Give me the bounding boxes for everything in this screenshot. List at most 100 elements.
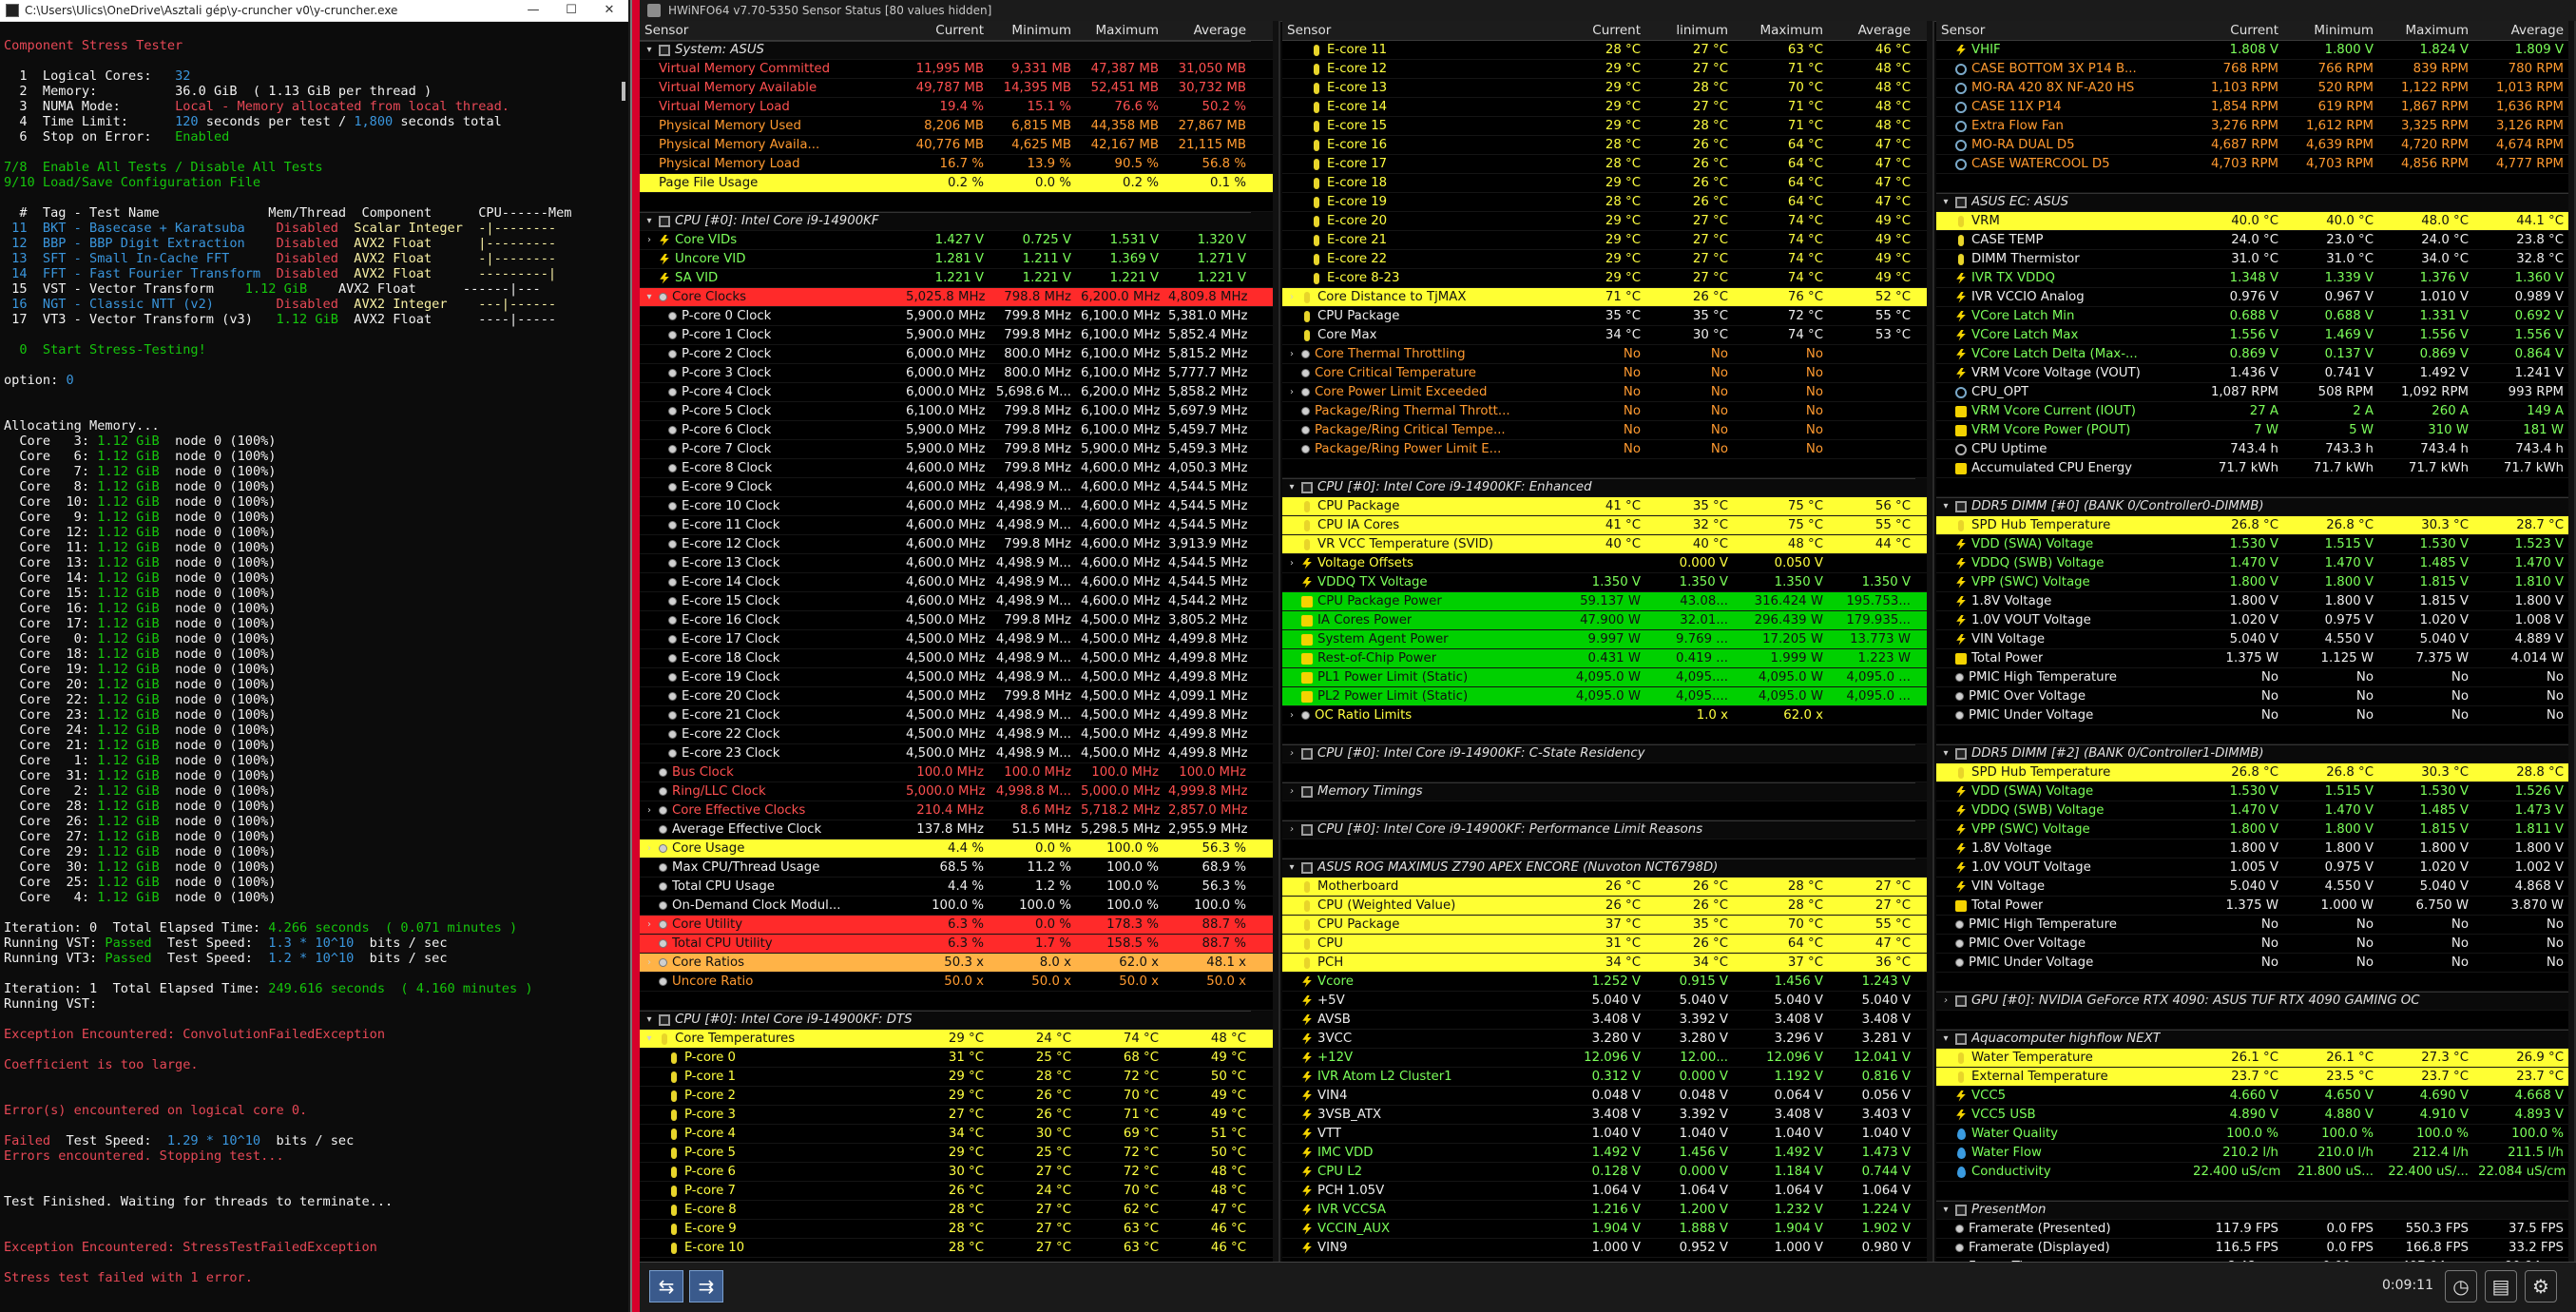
sensor-row[interactable]: › Core Ratios 50.3 x 8.0 x 62.0 x 48.1 x [640, 954, 1278, 973]
sensor-row[interactable]: Package/Ring Thermal Thrott... No No No [1282, 402, 1932, 421]
sensor-row[interactable]: E-core 23 Clock 4,500.0 MHz 4,498.9 M... 4,… [640, 744, 1278, 763]
sensor-row[interactable]: PMIC Under Voltage No No No No [1936, 954, 2574, 973]
column-header-max[interactable]: Maximum [1076, 21, 1163, 40]
sensor-row[interactable]: Motherboard 26 °C 26 °C 28 °C 27 °C [1282, 878, 1932, 897]
column-header-current[interactable]: Current [2188, 21, 2283, 40]
console-scrollbar[interactable] [622, 82, 625, 101]
expand-toggle-icon[interactable]: ▾ [1286, 479, 1298, 496]
expand-toggle-icon[interactable]: ▾ [644, 213, 655, 230]
expand-toggle-icon[interactable]: › [1286, 706, 1298, 724]
sensor-row[interactable]: CASE TEMP 24.0 °C 23.0 °C 24.0 °C 23.8 °C [1936, 231, 2574, 250]
sensor-row[interactable]: VDD (SWA) Voltage 1.530 V 1.515 V 1.530 V 1.… [1936, 782, 2574, 801]
sensor-group-row[interactable]: ▾ Aquacomputer highflow NEXT [1936, 1030, 2574, 1049]
expand-toggle-icon[interactable]: › [1286, 554, 1298, 572]
sensor-row[interactable]: PMIC Over Voltage No No No No [1936, 687, 2574, 706]
sensor-row[interactable]: CPU IA Cores 41 °C 32 °C 75 °C 55 °C [1282, 516, 1932, 535]
sensor-row[interactable]: MO-RA 420 8X NF-A20 HS 1,103 RPM 520 RPM 1,… [1936, 79, 2574, 98]
sensor-row[interactable]: P-core 7 Clock 5,900.0 MHz 799.8 MHz 5,900.… [640, 440, 1278, 459]
sensor-row[interactable]: PMIC Over Voltage No No No No [1936, 935, 2574, 954]
settings-gear-icon[interactable]: ⚙ [2525, 1270, 2557, 1302]
expand-toggle-icon[interactable]: ▾ [1940, 498, 1951, 515]
sensor-row[interactable]: Max CPU/Thread Usage 68.5 % 11.2 % 100.0 % 6… [640, 859, 1278, 878]
sensor-row[interactable]: VCC5 4.660 V 4.650 V 4.690 V 4.668 V [1936, 1087, 2574, 1106]
sensor-row[interactable]: PCH 1.05V 1.064 V 1.064 V 1.064 V 1.064 V [1282, 1182, 1932, 1201]
sensor-row[interactable]: VTT 1.040 V 1.040 V 1.040 V 1.040 V [1282, 1125, 1932, 1144]
column-header-avg[interactable]: Average [1163, 21, 1251, 40]
sensor-row[interactable]: PCH 34 °C 34 °C 37 °C 36 °C [1282, 954, 1932, 973]
sensor-row[interactable]: E-core 11 28 °C 27 °C 63 °C 46 °C [1282, 41, 1932, 60]
sensor-group-row[interactable]: ▾ CPU [#0]: Intel Core i9-14900KF [640, 212, 1278, 231]
sensor-row[interactable]: VRM Vcore Voltage (VOUT) 1.436 V 0.741 V 1.… [1936, 364, 2574, 383]
sensor-row[interactable]: PL1 Power Limit (Static) 4,095.0 W 4,095..… [1282, 668, 1932, 687]
panel-scrollbar[interactable] [2568, 21, 2574, 1263]
sensor-row[interactable]: VDDQ (SWB) Voltage 1.470 V 1.470 V 1.485 V1… [1936, 554, 2574, 573]
hwinfo-title-bar[interactable]: HWiNFO64 v7.70-5350 Sensor Status [80 va… [640, 0, 2576, 22]
sensor-row[interactable]: VRM 40.0 °C 40.0 °C 48.0 °C 44.1 °C [1936, 212, 2574, 231]
sensor-row[interactable]: VRM Vcore Current (IOUT) 27 A2 A 260 A 149 … [1936, 402, 2574, 421]
report-icon[interactable]: ▤ [2485, 1270, 2517, 1302]
sensor-row[interactable]: System Agent Power 9.997 W 9.769 ... 17.205… [1282, 630, 1932, 649]
sensor-row[interactable]: CASE BOTTOM 3X P14 B... 768 RPM 766 RPM 839… [1936, 60, 2574, 79]
sensor-row[interactable]: VIN9 1.000 V 0.952 V 1.000 V 0.980 V [1282, 1239, 1932, 1258]
sensor-row[interactable]: Virtual Memory Available 49,787 MB 14,395 … [640, 79, 1278, 98]
sensor-row[interactable]: External Temperature 23.7 °C 23.5 °C 23.7 °… [1936, 1068, 2574, 1087]
sensor-row[interactable]: E-core 12 29 °C 27 °C 71 °C 48 °C [1282, 60, 1932, 79]
sensor-group-row[interactable]: ▾ DDR5 DIMM [#0] (BANK 0/Controller0-DIMM… [1936, 497, 2574, 516]
sensor-row[interactable]: VIN4 0.048 V 0.048 V 0.064 V 0.056 V [1282, 1087, 1932, 1106]
sensor-row[interactable]: Water Temperature 26.1 °C 26.1 °C 27.3 °C 26… [1936, 1049, 2574, 1068]
sensor-row[interactable]: VIN Voltage 5.040 V 4.550 V 5.040 V 4.889 V [1936, 630, 2574, 649]
expand-toggle-icon[interactable]: ▾ [644, 288, 655, 306]
sensor-row[interactable]: E-core 8-23 29 °C 27 °C 74 °C 49 °C [1282, 269, 1932, 288]
expand-toggle-icon[interactable]: › [1286, 821, 1298, 839]
sensor-row[interactable]: CPU Package 37 °C 35 °C 70 °C 55 °C [1282, 916, 1932, 935]
sensor-row[interactable]: E-core 8 28 °C 27 °C 62 °C 47 °C [640, 1201, 1278, 1220]
nav-back-button[interactable]: ⇆ [649, 1270, 683, 1302]
sensor-row[interactable]: P-core 3 Clock 6,000.0 MHz 800.0 MHz 6,100.… [640, 364, 1278, 383]
sensor-row[interactable]: CPU Package 35 °C 35 °C 72 °C 55 °C [1282, 307, 1932, 326]
sensor-row[interactable]: › Core Effective Clocks 210.4 MHz 8.6 MHz 5,… [640, 801, 1278, 820]
sensor-row[interactable]: Physical Memory Used 8,206 MB 6,815 MB 44,3… [640, 117, 1278, 136]
sensor-row[interactable]: Vcore 1.252 V 0.915 V 1.456 V 1.243 V [1282, 973, 1932, 992]
sensor-group-row[interactable]: ▾ PresentMon [1936, 1201, 2574, 1220]
nav-forward-button[interactable]: ⇉ [689, 1270, 723, 1302]
sensor-group-row[interactable]: › GPU [#0]: NVIDIA GeForce RTX 4090: ASUS… [1936, 992, 2574, 1011]
sensor-row[interactable]: CPU_OPT 1,087 RPM 508 RPM 1,092 RPM 993 RPM [1936, 383, 2574, 402]
sensor-row[interactable]: Extra Flow Fan 3,276 RPM 1,612 RPM 3,325 RP… [1936, 117, 2574, 136]
sensor-group-row[interactable]: › CPU [#0]: Intel Core i9-14900KF: C-Stat… [1282, 744, 1932, 763]
sensor-row[interactable]: › Core Thermal Throttling No No No [1282, 345, 1932, 364]
sensor-row[interactable]: E-core 18 Clock 4,500.0 MHz 4,498.9 M... 4,… [640, 649, 1278, 668]
expand-toggle-icon[interactable]: › [1286, 288, 1298, 306]
sensor-row[interactable]: VIN Voltage 5.040 V 4.550 V 5.040 V 4.868 V [1936, 878, 2574, 897]
column-header-min1[interactable]: Minimum [2283, 21, 2378, 40]
expand-toggle-icon[interactable]: ▾ [644, 1030, 655, 1048]
sensor-row[interactable]: E-core 10 28 °C 27 °C 63 °C 46 °C [640, 1239, 1278, 1258]
column-header-sensor[interactable]: Sensor [1936, 21, 2188, 40]
sensor-row[interactable]: P-core 1 29 °C 28 °C 72 °C 50 °C [640, 1068, 1278, 1087]
sensor-group-row[interactable]: ▾ CPU [#0]: Intel Core i9-14900KF: Enhanc… [1282, 478, 1932, 497]
sensor-row[interactable]: › Core VIDs 1.427 V 0.725 V 1.531 V 1.320 V [640, 231, 1278, 250]
sensor-row[interactable]: 1.0V VOUT Voltage 1.020 V 0.975 V 1.020 V 1.… [1936, 611, 2574, 630]
sensor-row[interactable]: IMC VDD 1.492 V 1.456 V 1.492 V 1.473 V [1282, 1144, 1932, 1163]
sensor-row[interactable]: VCore Latch Max 1.556 V 1.469 V 1.556 V 1.55… [1936, 326, 2574, 345]
sensor-row[interactable]: 1.0V VOUT Voltage 1.005 V 0.975 V 1.020 V 1.… [1936, 859, 2574, 878]
sensor-group-row[interactable]: ▾ DDR5 DIMM [#2] (BANK 0/Controller1-DIMM… [1936, 744, 2574, 763]
column-header-current[interactable]: Current [901, 21, 989, 40]
sensor-row[interactable]: CPU Uptime 743.4 h 743.3 h 743.4 h 743.4 h [1936, 440, 2574, 459]
sensor-row[interactable]: E-core 22 29 °C 27 °C 74 °C 49 °C [1282, 250, 1932, 269]
sensor-row[interactable]: E-core 18 29 °C 26 °C 64 °C 47 °C [1282, 174, 1932, 193]
maximize-button[interactable]: ☐ [552, 0, 590, 21]
sensor-group-row[interactable]: ▾ ASUS EC: ASUS [1936, 193, 2574, 212]
expand-toggle-icon[interactable]: › [1940, 993, 1951, 1010]
sensor-row[interactable]: SPD Hub Temperature 26.8 °C 26.8 °C 30.3 °C… [1936, 516, 2574, 535]
sensor-row[interactable]: E-core 14 Clock 4,600.0 MHz 4,498.9 M... 4,… [640, 573, 1278, 592]
expand-toggle-icon[interactable]: › [1286, 345, 1298, 363]
sensor-row[interactable]: E-core 13 29 °C 28 °C 70 °C 48 °C [1282, 79, 1932, 98]
column-header-max[interactable]: Maximum [1733, 21, 1828, 40]
sensor-row[interactable]: Framerate (Displayed) 116.5 FPS 0.0 FPS 166… [1936, 1239, 2574, 1258]
sensor-row[interactable]: Package/Ring Critical Tempe... No No No [1282, 421, 1932, 440]
sensor-row[interactable]: PMIC Under Voltage No No No No [1936, 706, 2574, 725]
sensor-row[interactable]: Water Flow 210.2 l/h 210.0 l/h 212.4 l/h 211… [1936, 1144, 2574, 1163]
sensor-row[interactable]: VR VCC Temperature (SVID) 40 °C 40 °C 48 °C… [1282, 535, 1932, 554]
sensor-row[interactable]: VCore Latch Delta (Max-... 0.869 V 0.137 V… [1936, 345, 2574, 364]
sensor-row[interactable]: 3VSB_ATX 3.408 V 3.392 V 3.408 V 3.403 V [1282, 1106, 1932, 1125]
